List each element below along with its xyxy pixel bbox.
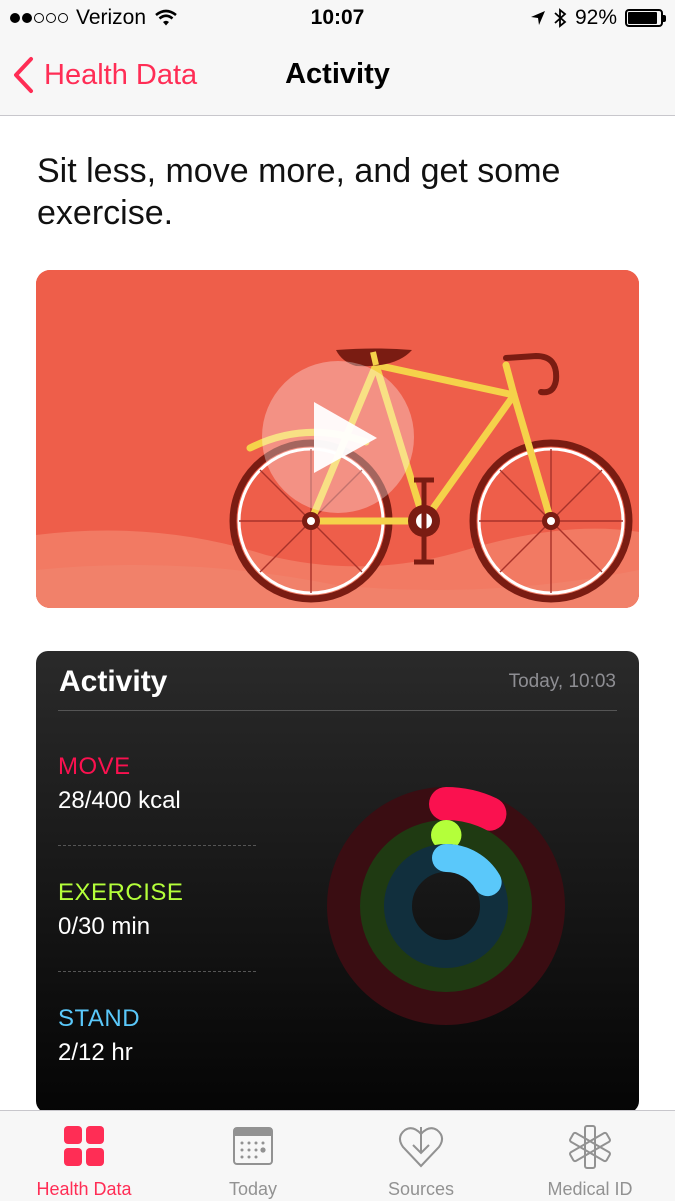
divider	[58, 971, 256, 972]
move-label: MOVE	[58, 753, 131, 780]
exercise-value: 0/30 min	[58, 913, 151, 940]
exercise-metric: EXERCISE 0/30 min	[58, 879, 183, 941]
back-button[interactable]: Health Data	[12, 56, 197, 94]
tab-label: Sources	[387, 1179, 455, 1199]
play-icon[interactable]	[262, 361, 414, 513]
divider	[58, 845, 256, 846]
chevron-left-icon	[14, 57, 33, 93]
stand-label: STAND	[58, 1005, 141, 1032]
tab-label: Health Data	[36, 1179, 132, 1199]
activity-summary-card[interactable]: Activity Today, 10:03 MOVE 28/400 kcal E…	[36, 651, 639, 1113]
bluetooth-icon	[554, 8, 567, 28]
status-bar: Verizon 10:07 92%	[0, 0, 675, 38]
exercise-label: EXERCISE	[58, 879, 184, 906]
back-button-label: Health Data	[44, 58, 198, 91]
intro-text: Sit less, move more, and get some exerci…	[37, 152, 561, 232]
activity-card-title: Activity	[59, 665, 168, 698]
battery-icon	[625, 9, 666, 27]
heart-download-icon	[399, 1127, 443, 1168]
activity-rings	[327, 787, 565, 1025]
move-metric: MOVE 28/400 kcal	[58, 753, 181, 815]
tab-bar: Health Data Today Sources Medical ID	[0, 1110, 675, 1201]
battery-percent: 92%	[574, 6, 617, 29]
calendar-icon	[233, 1127, 273, 1165]
tab-label: Today	[228, 1179, 278, 1199]
move-value: 28/400 kcal	[58, 787, 181, 814]
stand-value: 2/12 hr	[58, 1039, 133, 1066]
medical-asterisk-icon	[569, 1125, 611, 1169]
activity-video[interactable]	[36, 270, 639, 608]
tab-label: Medical ID	[547, 1179, 633, 1199]
grid-icon	[64, 1126, 104, 1166]
divider	[58, 710, 617, 711]
bicycle-illustration	[36, 270, 639, 608]
tab-medical-id[interactable]: Medical ID	[506, 1111, 674, 1201]
status-right: 92%	[530, 6, 666, 30]
location-arrow-icon	[530, 11, 545, 25]
tab-sources[interactable]: Sources	[337, 1111, 505, 1201]
tab-today[interactable]: Today	[169, 1111, 337, 1201]
tab-health-data[interactable]: Health Data	[0, 1111, 168, 1201]
activity-timestamp: Today, 10:03	[508, 671, 616, 692]
stand-metric: STAND 2/12 hr	[58, 1005, 140, 1067]
navigation-bar: Health Data Activity	[0, 38, 675, 116]
